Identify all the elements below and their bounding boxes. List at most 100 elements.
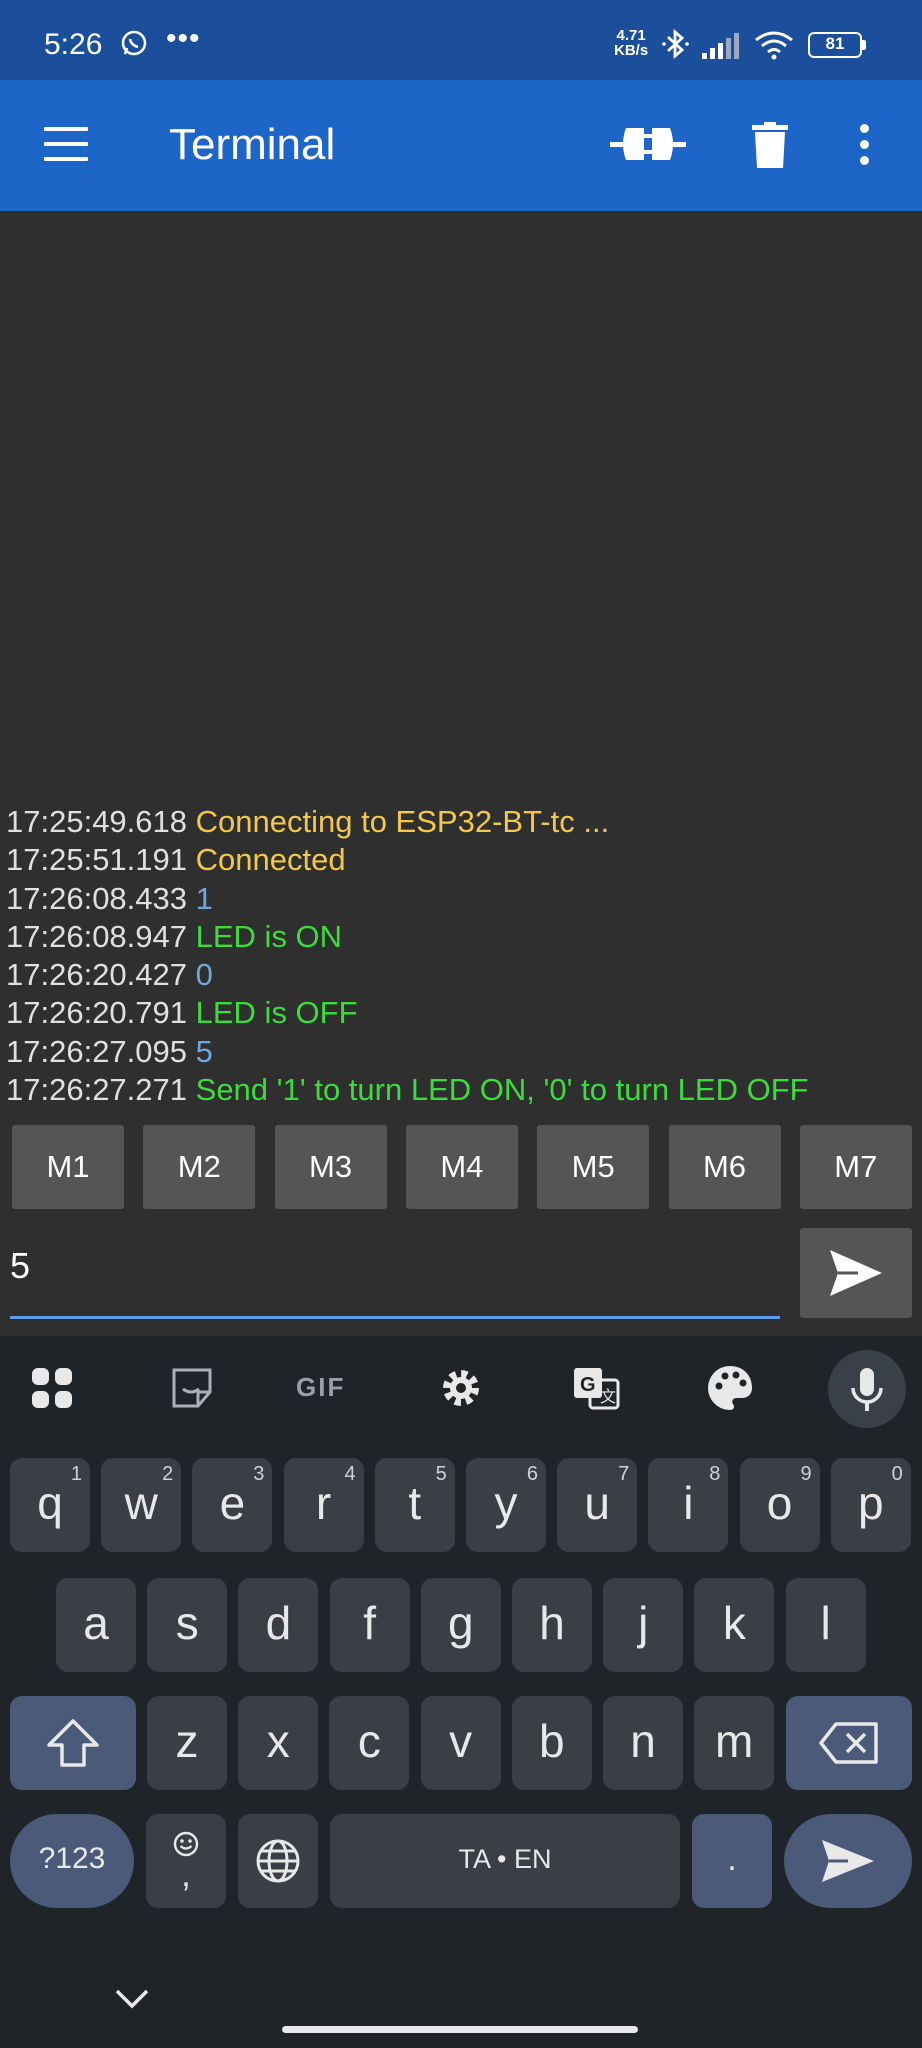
send-bar (0, 1216, 922, 1336)
key-a[interactable]: a (56, 1578, 136, 1672)
key-h[interactable]: h (512, 1578, 592, 1672)
key-o[interactable]: o9 (739, 1458, 820, 1552)
key-j[interactable]: j (603, 1578, 684, 1672)
terminal-line: 17:26:27.271 Send '1' to turn LED ON, '0… (6, 1071, 922, 1109)
key-e[interactable]: e3 (192, 1458, 273, 1552)
settings-icon[interactable] (438, 1356, 484, 1420)
key-k[interactable]: k (694, 1578, 775, 1672)
key-label: u (584, 1477, 610, 1529)
key-x[interactable]: x (238, 1696, 319, 1790)
key-label: q (37, 1477, 63, 1529)
gif-button[interactable]: GIF (296, 1372, 345, 1436)
key-label: e (219, 1477, 246, 1529)
home-indicator[interactable] (282, 2026, 638, 2033)
terminal-message: LED is OFF (195, 995, 358, 1031)
key-label: c (357, 1715, 381, 1767)
navigation-bar (0, 1958, 922, 2048)
key-label: o (766, 1477, 793, 1529)
net-speed-value: 4.71 (616, 27, 646, 44)
menu-icon[interactable] (44, 127, 88, 161)
sticker-icon[interactable] (170, 1356, 214, 1420)
timestamp: 17:26:08.947 (6, 918, 188, 954)
emoji-comma-key[interactable]: , (146, 1814, 226, 1908)
terminal-line: 17:26:08.947 LED is ON (6, 918, 922, 956)
key-label: w (124, 1477, 158, 1529)
key-s[interactable]: s (147, 1578, 228, 1672)
keyboard: GIF G 文 q1w2e3r4t5y6u7i8o9p0asdfghjklzxc… (0, 1336, 922, 2048)
space-key[interactable]: TA • EN (330, 1814, 680, 1908)
key-b[interactable]: b (511, 1696, 592, 1790)
shift-key[interactable] (10, 1696, 136, 1790)
backspace-key[interactable] (786, 1696, 912, 1790)
voice-input-button[interactable] (828, 1350, 906, 1428)
apps-grid-icon[interactable] (30, 1356, 74, 1420)
enter-key[interactable] (784, 1814, 912, 1908)
key-r[interactable]: r4 (283, 1458, 364, 1552)
key-l[interactable]: l (785, 1578, 866, 1672)
key-label: g (448, 1597, 474, 1649)
key-label: p (858, 1477, 884, 1529)
translate-icon[interactable]: G 文 (572, 1356, 620, 1420)
macro-button-m6[interactable]: M6 (668, 1125, 781, 1209)
language-key[interactable] (238, 1814, 318, 1908)
key-label: d (265, 1597, 292, 1649)
backspace-icon (819, 1722, 878, 1764)
macro-button-m5[interactable]: M5 (537, 1125, 650, 1209)
comma-label: , (181, 1856, 191, 1894)
svg-text:文: 文 (600, 1388, 616, 1406)
key-z[interactable]: z (147, 1696, 227, 1790)
symbols-key[interactable]: ?123 (10, 1814, 134, 1908)
macro-button-m4[interactable]: M4 (405, 1125, 518, 1209)
send-button[interactable] (800, 1228, 912, 1318)
key-hint-number: 3 (253, 1463, 265, 1485)
key-label: s (175, 1597, 199, 1649)
chevron-down-icon[interactable] (114, 1988, 150, 2010)
terminal-message: 1 (195, 880, 213, 916)
microphone-icon (851, 1368, 883, 1411)
key-p[interactable]: p0 (830, 1458, 911, 1552)
key-g[interactable]: g (420, 1578, 501, 1672)
status-time: 5:26 (44, 28, 103, 61)
trash-icon[interactable] (752, 122, 788, 168)
key-d[interactable]: d (238, 1578, 319, 1672)
emoji-icon (173, 1831, 199, 1857)
wifi-icon (755, 31, 793, 60)
battery-level: 81 (825, 34, 845, 53)
key-hint-number: 0 (891, 1463, 903, 1485)
key-m[interactable]: m (694, 1696, 775, 1790)
terminal-message: Connected (195, 842, 346, 878)
key-n[interactable]: n (603, 1696, 683, 1790)
period-key[interactable]: . (692, 1814, 772, 1908)
connect-icon[interactable] (610, 118, 686, 170)
key-u[interactable]: u7 (557, 1458, 638, 1552)
macro-button-m7[interactable]: M7 (799, 1125, 912, 1209)
svg-text:G: G (580, 1374, 596, 1396)
key-c[interactable]: c (329, 1696, 410, 1790)
key-label: k (722, 1597, 746, 1649)
timestamp: 17:26:20.791 (6, 995, 188, 1031)
key-label: l (820, 1597, 831, 1649)
theme-palette-icon[interactable] (706, 1356, 754, 1420)
macro-button-m1[interactable]: M1 (12, 1125, 124, 1209)
timestamp: 17:26:27.271 (6, 1072, 188, 1108)
key-i[interactable]: i8 (648, 1458, 729, 1552)
macro-button-m3[interactable]: M3 (274, 1125, 387, 1209)
timestamp: 17:26:27.095 (6, 1033, 188, 1069)
send-text-input[interactable] (10, 1216, 780, 1319)
key-label: x (266, 1715, 290, 1767)
key-hint-number: 8 (709, 1463, 721, 1485)
key-w[interactable]: w2 (101, 1458, 182, 1552)
key-y[interactable]: y6 (466, 1458, 546, 1552)
terminal-output[interactable]: 17:25:49.618 Connecting to ESP32-BT-tc .… (0, 211, 922, 1116)
key-f[interactable]: f (329, 1578, 410, 1672)
macro-button-m2[interactable]: M2 (143, 1125, 256, 1209)
key-q[interactable]: q1 (10, 1458, 90, 1552)
macro-buttons: M1 M2 M3 M4 M5 M6 M7 (12, 1125, 912, 1209)
timestamp: 17:25:49.618 (6, 804, 188, 839)
key-label: m (715, 1715, 754, 1767)
key-t[interactable]: t5 (374, 1458, 455, 1552)
more-options-icon[interactable] (855, 122, 877, 168)
key-label: f (363, 1597, 376, 1649)
net-speed: 4.71 KB/s (614, 28, 648, 58)
key-v[interactable]: v (420, 1696, 501, 1790)
